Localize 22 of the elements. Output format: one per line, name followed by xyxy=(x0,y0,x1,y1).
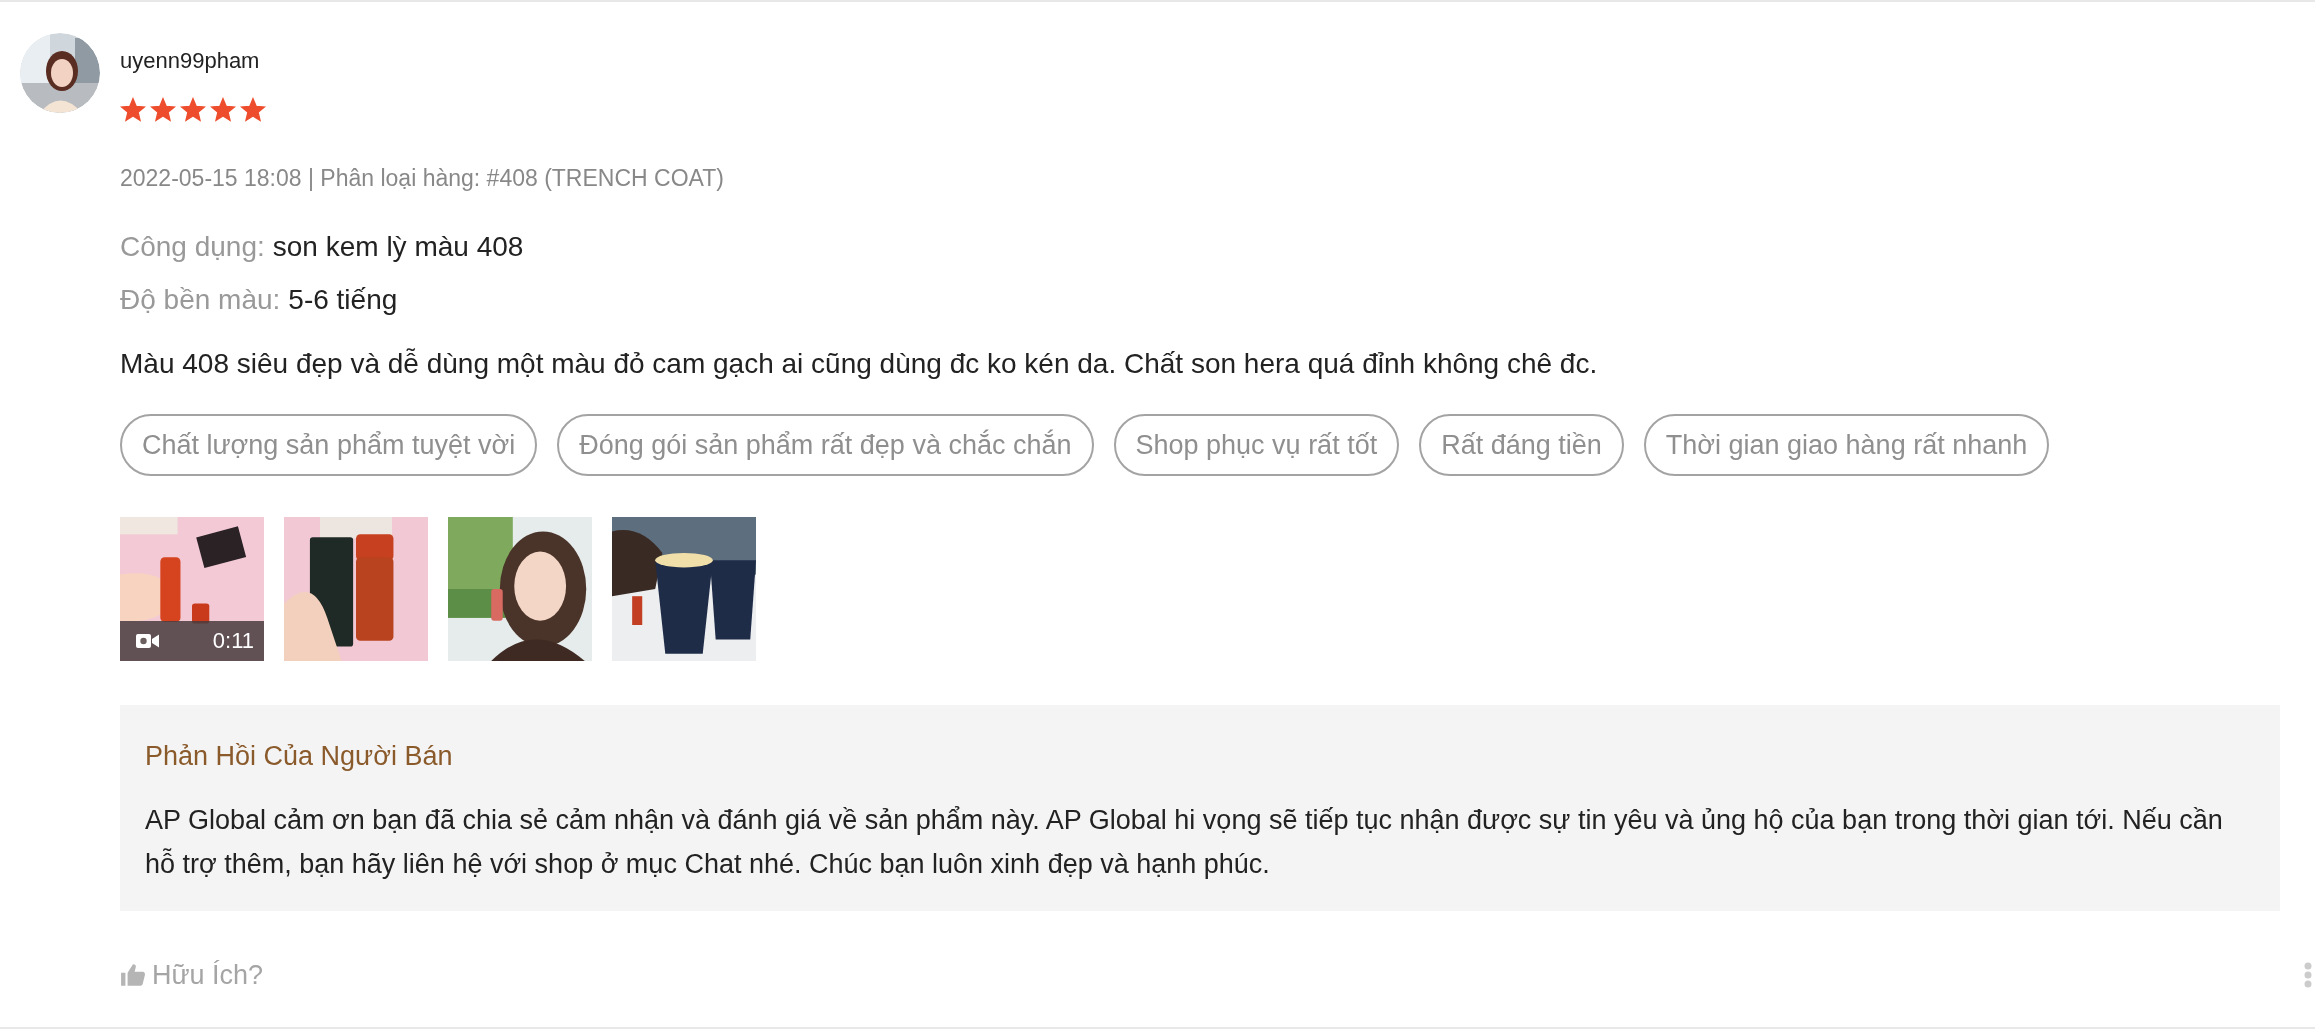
review-date-variant: 2022-05-15 18:08 | Phân loại hàng: #408 (TRENCH COAT) xyxy=(120,164,725,192)
review-tag: Thời gian giao hàng rất nhanh xyxy=(1643,414,2050,476)
review-tag: Đóng gói sản phẩm rất đẹp và chắc chắn xyxy=(557,414,1094,476)
attribute-value: son kem lỳ màu 408 xyxy=(272,231,524,262)
star-icon xyxy=(210,97,236,123)
attribute-value: 5-6 tiếng xyxy=(288,284,398,315)
video-duration: 0:11 xyxy=(212,628,254,654)
star-icon xyxy=(240,97,266,123)
seller-reply-title: Phản Hồi Của Người Bán xyxy=(145,740,454,773)
seller-reply-text: AP Global cảm ơn bạn đã chia sẻ cảm nhận và đánh giá về sản phẩm này. AP Global hi vọng sẽ tiếp tục nhận được sự tin yêu và ủng hộ của bạn trong thời gian tới. Nếu cần hỗ trợ thêm, bạn hãy liên hệ với shop ở mục Chat nhé. Chúc bạn luôn xinh đẹp và hạnh phúc. xyxy=(145,804,2224,881)
review-tag: Rất đáng tiền xyxy=(1419,414,1624,476)
star-icon xyxy=(180,97,206,123)
review-tag: Chất lượng sản phẩm tuyệt vời xyxy=(120,414,538,476)
video-camera-icon xyxy=(136,633,160,649)
thumbs-up-icon xyxy=(120,962,146,988)
review-tag: Shop phục vụ rất tốt xyxy=(1113,414,1400,476)
attribute-label: Độ bền màu: xyxy=(120,284,281,315)
username[interactable]: uyenn99pham xyxy=(120,47,2280,75)
star-icon xyxy=(150,97,176,123)
review-comment: Màu 408 siêu đẹp và dễ dùng một màu đỏ cam gạch ai cũng dùng đc ko kén da. Chất son hera quá đỉnh không chê đc. xyxy=(120,347,1599,381)
star-icon xyxy=(120,97,146,123)
attribute-label: Công dụng: xyxy=(120,231,265,262)
